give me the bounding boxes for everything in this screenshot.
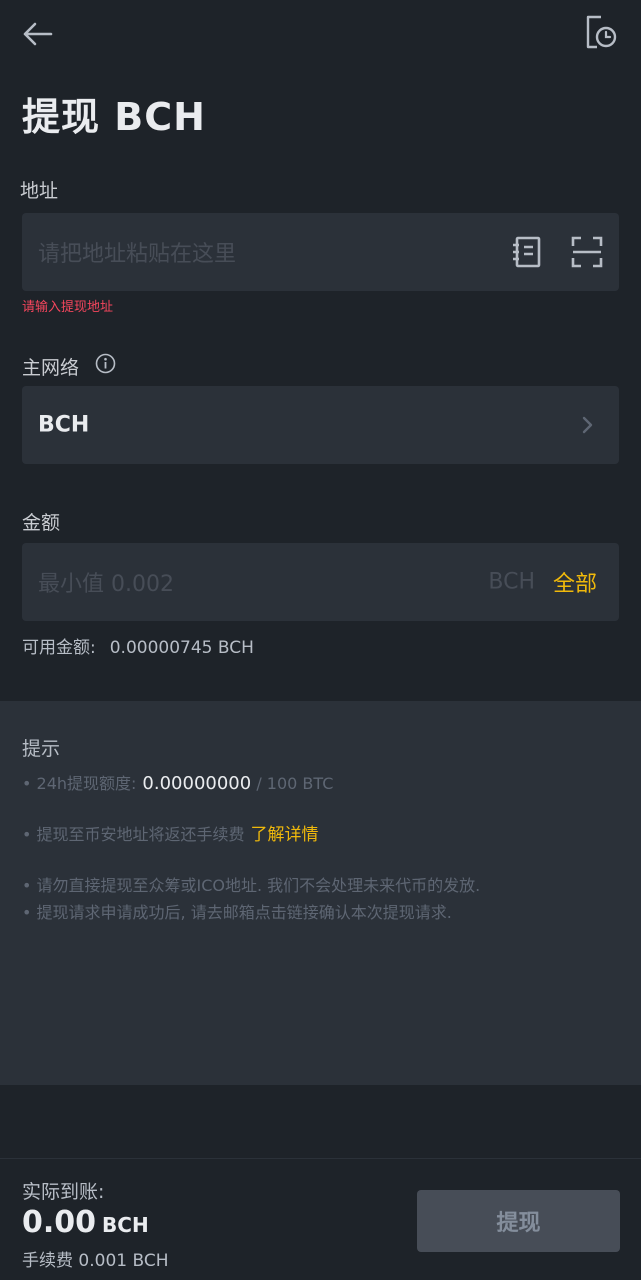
address-input[interactable]: 请把地址粘贴在这里 [22, 213, 619, 291]
tips-panel: 提示 • 24h提现额度: 0.00000000 / 100 BTC • 提现至币… [0, 701, 641, 1085]
withdraw-submit-button[interactable]: 提现 [417, 1190, 620, 1252]
arrow-left-icon [23, 22, 53, 50]
tip-fee-refund: • 提现至币安地址将返还手续费 了解详情 [22, 820, 319, 845]
received-amount: 0.00 BCH [22, 1205, 149, 1240]
network-select[interactable]: BCH [22, 386, 619, 464]
withdraw-page: 提现 BCH 地址 请把地址粘贴在这里 请输入提现地址 主网络 BCH 金额 最… [0, 0, 641, 1280]
bottom-bar: 实际到账: 0.00 BCH 手续费 0.001 BCH 提现 [0, 1158, 641, 1280]
received-value: 0.00 [22, 1205, 97, 1240]
tip-withdraw-limit: • 24h提现额度: 0.00000000 / 100 BTC [22, 770, 333, 794]
available-balance: 可用金额: 0.00000745 BCH [22, 633, 254, 658]
withdraw-all-button[interactable]: 全部 [553, 566, 597, 598]
received-unit: BCH [102, 1213, 149, 1237]
fee-text: 手续费 0.001 BCH [22, 1251, 169, 1271]
address-error-message: 请输入提现地址 [22, 300, 114, 315]
amount-placeholder: 最小值 0.002 [38, 572, 174, 597]
scan-icon [570, 236, 604, 273]
address-label: 地址 [20, 180, 59, 202]
history-button[interactable] [581, 14, 621, 54]
address-placeholder: 请把地址粘贴在这里 [38, 242, 237, 267]
received-label: 实际到账: [22, 1181, 105, 1203]
available-value: 0.00000745 BCH [109, 638, 254, 658]
amount-unit: BCH [488, 569, 535, 595]
info-icon[interactable] [95, 353, 116, 374]
history-record-icon [585, 15, 617, 53]
limit-label: • 24h提现额度: [22, 774, 137, 793]
tip-warning-ico: • 请勿直接提现至众筹或ICO地址. 我们不会处理未来代币的发放. [22, 876, 481, 895]
amount-input[interactable]: 最小值 0.002 BCH 全部 [22, 543, 619, 621]
tips-title: 提示 [22, 738, 61, 760]
network-value: BCH [38, 412, 90, 438]
address-book-button[interactable] [510, 235, 544, 269]
back-button[interactable] [18, 16, 58, 56]
limit-used: 0.00000000 [142, 773, 252, 794]
refund-text: • 提现至币安地址将返还手续费 [22, 825, 245, 844]
scan-button[interactable] [570, 235, 604, 269]
network-label: 主网络 [22, 357, 80, 379]
page-title: 提现 BCH [22, 95, 206, 139]
amount-label: 金额 [22, 512, 61, 534]
tip-warning-email: • 提现请求申请成功后, 请去邮箱点击链接确认本次提现请求. [22, 903, 452, 922]
top-bar [0, 0, 641, 72]
chevron-right-icon [581, 416, 595, 434]
address-book-icon [510, 236, 544, 273]
limit-total: / 100 BTC [256, 774, 334, 793]
available-label: 可用金额: [22, 638, 96, 658]
learn-more-link[interactable]: 了解详情 [251, 825, 319, 845]
